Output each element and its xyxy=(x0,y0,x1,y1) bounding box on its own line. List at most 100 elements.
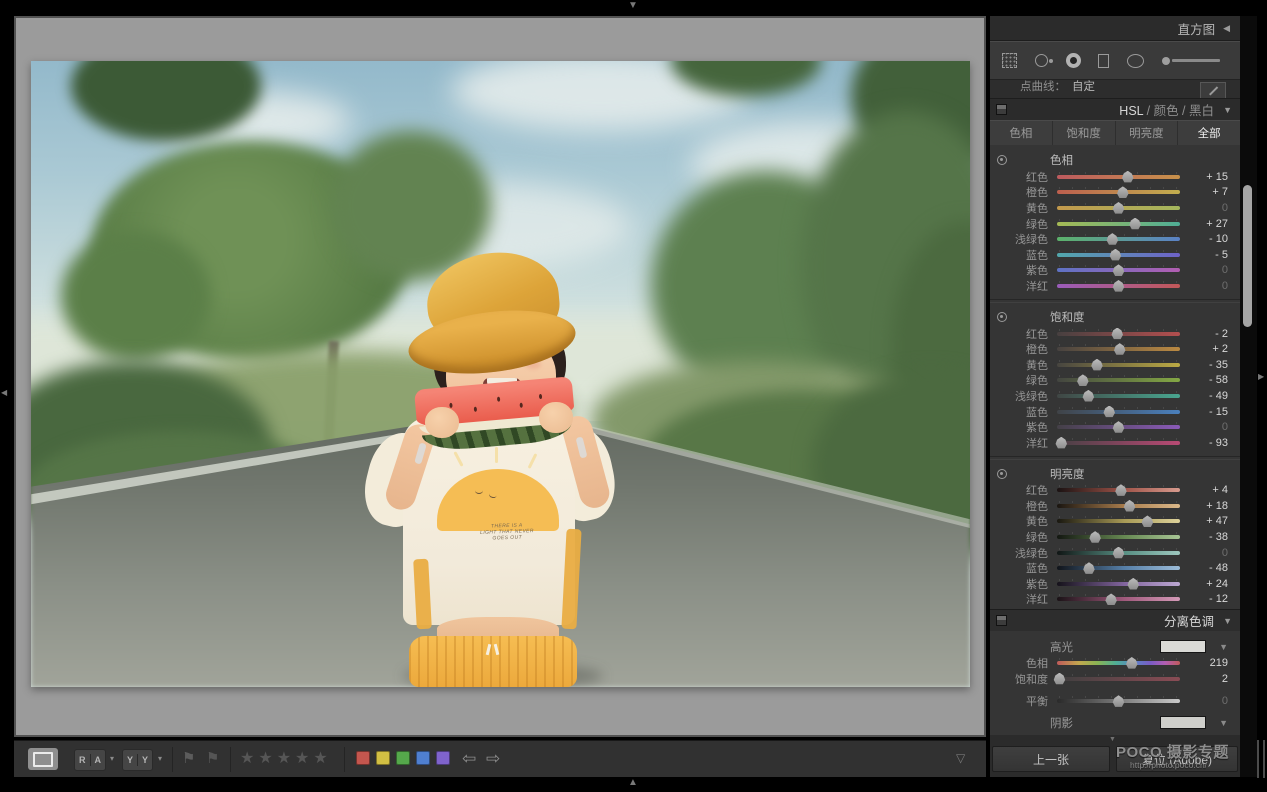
flag-pick-icon[interactable]: ⚑ xyxy=(182,749,195,767)
graduated-filter-icon[interactable] xyxy=(1098,49,1109,73)
slider-track[interactable] xyxy=(1057,578,1180,590)
slider-value: + 47 xyxy=(1188,515,1228,527)
slider-row: 紫色+ 24 xyxy=(990,576,1240,592)
hsl-tab-全部[interactable]: 全部 xyxy=(1178,121,1240,145)
shadows-color-swatch[interactable] xyxy=(1160,716,1206,729)
edit-point-curve-button[interactable] xyxy=(1200,82,1226,98)
radial-filter-icon[interactable] xyxy=(1127,49,1144,73)
before-after-caret[interactable]: ▾ xyxy=(158,754,162,763)
slider-track[interactable] xyxy=(1057,280,1180,292)
slider-label: 浅绿色 xyxy=(990,545,1048,561)
slider-row: 黄色- 35 xyxy=(990,357,1240,373)
highlights-swatch-caret[interactable]: ▼ xyxy=(1219,642,1228,652)
reference-view-letter: A xyxy=(91,755,106,765)
targeted-adjustment-icon[interactable] xyxy=(997,155,1007,165)
color-label-chip[interactable] xyxy=(436,751,450,765)
left-panel-collapse-arrow[interactable]: ◀ xyxy=(1,388,7,398)
photo-shirt-text: THERE IS A LIGHT THAT NEVER GOES OUT xyxy=(459,521,556,542)
slider-track[interactable] xyxy=(1057,515,1180,527)
previous-button[interactable]: 上一张 xyxy=(992,746,1110,772)
slider-track[interactable] xyxy=(1057,359,1180,371)
slider-track[interactable] xyxy=(1057,531,1180,543)
slider-track[interactable] xyxy=(1057,421,1180,433)
slider-label: 红色 xyxy=(990,482,1048,498)
slider-value: + 15 xyxy=(1188,171,1228,183)
slider-track[interactable] xyxy=(1057,233,1180,245)
slider-value: - 5 xyxy=(1188,249,1228,261)
point-curve-value[interactable]: 自定 xyxy=(1072,80,1095,94)
adjustment-brush-icon[interactable] xyxy=(1162,49,1228,73)
color-label-chip[interactable] xyxy=(356,751,370,765)
histogram-collapse-icon[interactable]: ◀ xyxy=(1223,23,1230,34)
slider-row: 蓝色- 5 xyxy=(990,247,1240,263)
slider-row: 浅绿色- 10 xyxy=(990,231,1240,247)
slider-label: 黄色 xyxy=(990,357,1048,373)
toolbar-options-disclosure[interactable]: ▽ xyxy=(956,751,965,765)
slider-track[interactable] xyxy=(1057,343,1180,355)
flag-reject-icon[interactable]: ⚑ xyxy=(206,749,219,767)
spot-removal-icon[interactable] xyxy=(1035,49,1048,73)
red-eye-icon[interactable] xyxy=(1066,49,1081,73)
hsl-tab-色相[interactable]: 色相 xyxy=(990,121,1053,145)
slider-track[interactable] xyxy=(1057,328,1180,340)
hsl-tab-饱和度[interactable]: 饱和度 xyxy=(1053,121,1116,145)
slider-track[interactable] xyxy=(1057,186,1180,198)
slider-label: 平衡 xyxy=(990,693,1048,709)
slider-value: 0 xyxy=(1188,421,1228,433)
slider-track[interactable] xyxy=(1057,406,1180,418)
histogram-panel-header[interactable]: 直方图 ◀ xyxy=(990,16,1240,40)
hsl-sections: 色相红色+ 15橙色+ 7黄色0绿色+ 27浅绿色- 10蓝色- 5紫色0洋红0… xyxy=(990,145,1240,609)
slider-track[interactable] xyxy=(1057,547,1180,559)
split-toning-panel-toggle[interactable] xyxy=(996,615,1007,626)
slider-track[interactable] xyxy=(1057,171,1180,183)
color-label-chip[interactable] xyxy=(396,751,410,765)
star-rating[interactable]: ★★★★★ xyxy=(240,748,332,768)
bottom-panel-collapse-arrow[interactable]: ▲ xyxy=(628,778,638,788)
photo-child-shorts xyxy=(409,636,577,687)
previous-photo-arrow[interactable]: ⇦ xyxy=(462,749,476,769)
hsl-panel-toggle[interactable] xyxy=(996,104,1007,115)
reference-view-caret[interactable]: ▾ xyxy=(110,754,114,763)
highlights-color-swatch[interactable] xyxy=(1160,640,1206,653)
slider-track[interactable] xyxy=(1057,202,1180,214)
slider-track[interactable] xyxy=(1057,593,1180,605)
targeted-adjustment-icon[interactable] xyxy=(997,469,1007,479)
slider-track[interactable] xyxy=(1057,249,1180,261)
pencil-icon xyxy=(1209,86,1218,95)
hsl-panel-header[interactable]: HSL / 颜色 / 黑白 ▼ xyxy=(990,99,1240,120)
reference-view-button[interactable]: RA xyxy=(74,749,106,771)
targeted-adjustment-icon[interactable] xyxy=(997,312,1007,322)
section-title: 饱和度 xyxy=(1050,309,1085,325)
loupe-view-button[interactable] xyxy=(28,748,58,770)
slider-track[interactable] xyxy=(1057,264,1180,276)
slider-track[interactable] xyxy=(1057,562,1180,574)
slider-track[interactable] xyxy=(1057,484,1180,496)
crop-overlay-icon[interactable] xyxy=(1002,49,1017,73)
hsl-collapse-icon[interactable]: ▼ xyxy=(1223,105,1232,115)
shadows-swatch-caret[interactable]: ▼ xyxy=(1219,718,1228,728)
slider-track[interactable] xyxy=(1057,390,1180,402)
section-title: 色相 xyxy=(1050,152,1073,168)
hsl-panel-title: HSL / 颜色 / 黑白 xyxy=(1119,100,1214,119)
slider-track[interactable] xyxy=(1057,657,1180,669)
next-photo-arrow[interactable]: ⇨ xyxy=(486,749,500,769)
before-after-view-button[interactable]: YY xyxy=(122,749,153,771)
reset-button[interactable]: 复位 (Adobe) xyxy=(1116,746,1238,772)
shadows-row: 阴影 ▼ xyxy=(990,714,1240,731)
slider-track[interactable] xyxy=(1057,374,1180,386)
top-panel-collapse-arrow[interactable]: ▼ xyxy=(628,1,638,11)
split-toning-collapse-icon[interactable]: ▼ xyxy=(1223,616,1232,626)
slider-track[interactable] xyxy=(1057,695,1180,707)
photo-canvas[interactable]: THERE IS A LIGHT THAT NEVER GOES OUT xyxy=(31,61,970,687)
panel-scrollbar-track[interactable] xyxy=(1240,16,1257,777)
split-toning-panel-header[interactable]: 分离色调 ▼ xyxy=(990,610,1240,631)
hsl-tab-明亮度[interactable]: 明亮度 xyxy=(1116,121,1179,145)
color-label-chip[interactable] xyxy=(416,751,430,765)
slider-track[interactable] xyxy=(1057,437,1180,449)
slider-track[interactable] xyxy=(1057,673,1180,685)
slider-track[interactable] xyxy=(1057,218,1180,230)
panel-scrollbar-thumb[interactable] xyxy=(1243,185,1252,327)
slider-track[interactable] xyxy=(1057,500,1180,512)
color-label-chip[interactable] xyxy=(376,751,390,765)
right-panel-collapse-arrow[interactable]: ▶ xyxy=(1258,372,1264,382)
